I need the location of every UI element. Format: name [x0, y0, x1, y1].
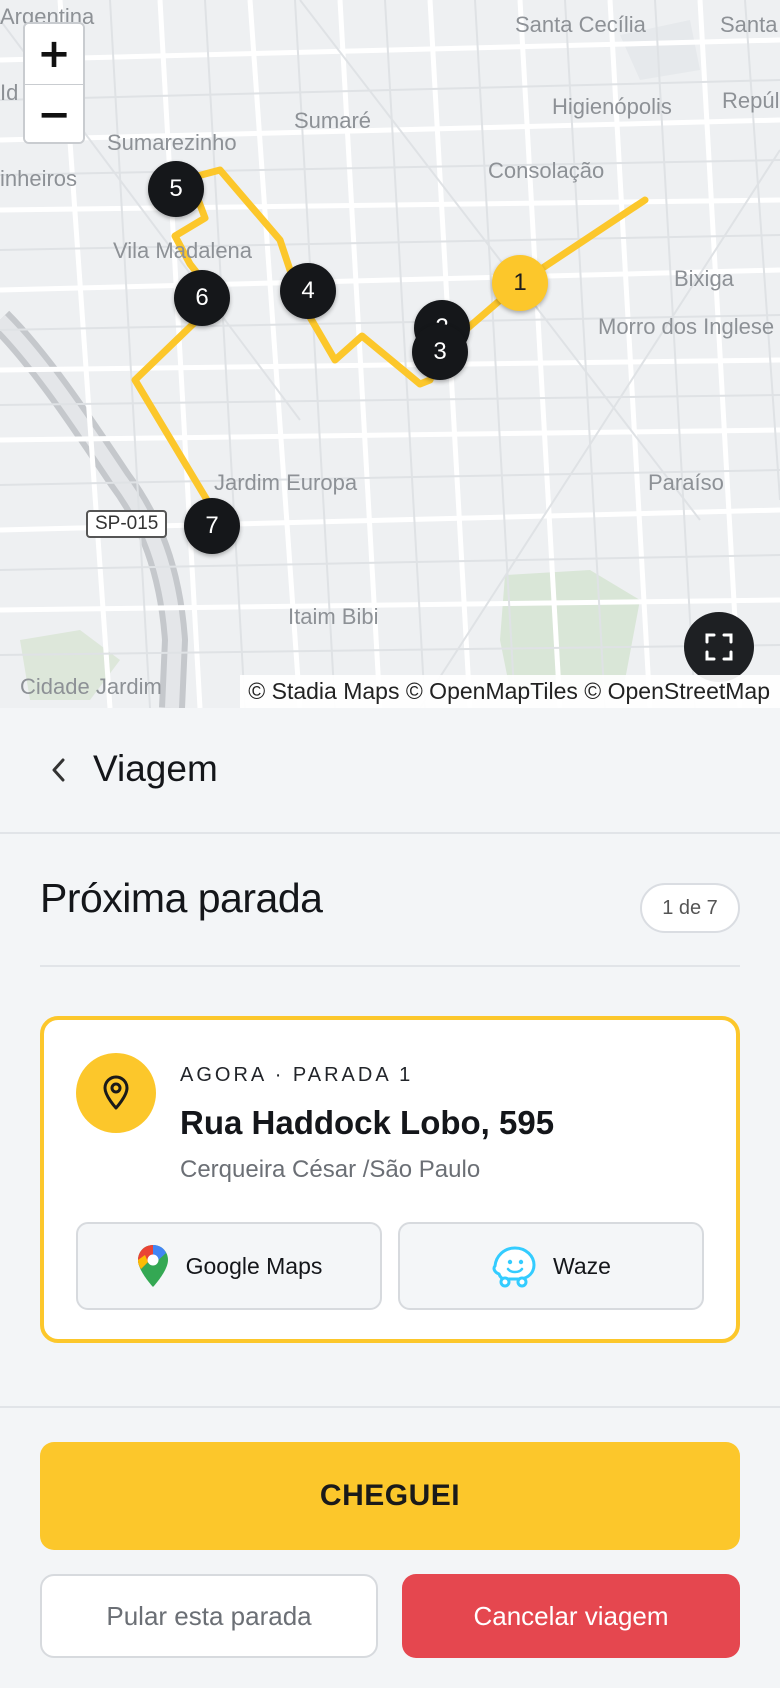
page-header: Viagem: [0, 708, 780, 834]
divider: [40, 965, 740, 967]
zoom-in-button[interactable]: +: [25, 24, 83, 84]
stop-marker-3[interactable]: 3: [412, 324, 468, 380]
map-label: Itaim Bibi: [288, 604, 379, 629]
map-label: Cidade Jardim: [20, 674, 162, 699]
fullscreen-icon: [705, 633, 733, 661]
skip-stop-button[interactable]: Pular esta parada: [40, 1574, 378, 1658]
route-map[interactable]: Argentina Santa Cecília Santa Id Higienó…: [0, 0, 780, 708]
map-label: Jardim Europa: [214, 470, 358, 495]
stop-neighborhood: Cerqueira César /São Paulo: [180, 1156, 481, 1183]
cancel-trip-button[interactable]: Cancelar viagem: [402, 1574, 740, 1658]
back-button[interactable]: [40, 752, 76, 788]
map-attribution[interactable]: © Stadia Maps © OpenMapTiles © OpenStree…: [240, 675, 780, 708]
arrived-button[interactable]: CHEGUEI: [40, 1442, 740, 1550]
google-maps-label: Google Maps: [185, 1252, 323, 1279]
zoom-out-button[interactable]: −: [25, 85, 83, 142]
stop-marker-4[interactable]: 4: [280, 263, 336, 319]
map-label: Sumaré: [294, 108, 372, 133]
road-shield: SP-015: [86, 510, 168, 538]
waze-icon: [491, 1244, 537, 1288]
google-maps-icon: [136, 1243, 170, 1289]
chevron-left-icon: [52, 758, 65, 782]
stop-address: Rua Haddock Lobo, 595: [180, 1104, 555, 1141]
map-label: Santa: [720, 12, 778, 37]
zoom-control: + −: [23, 22, 85, 144]
location-pin-icon: [103, 1075, 129, 1110]
fullscreen-button[interactable]: [684, 612, 754, 682]
action-footer: CHEGUEI Pular esta parada Cancelar viage…: [0, 1406, 780, 1688]
stop-eyebrow: AGORA · PARADA 1: [180, 1064, 414, 1086]
map-label: inheiros: [0, 166, 78, 191]
map-label: Consolação: [488, 158, 605, 183]
map-label: Morro dos Inglese: [598, 314, 775, 339]
stop-marker-6[interactable]: 6: [174, 270, 230, 326]
section-title: Próxima parada: [40, 875, 323, 921]
stop-count-badge: 1 de 7: [640, 883, 740, 933]
map-label: Santa Cecília: [515, 12, 646, 37]
next-stop-card: AGORA · PARADA 1 Rua Haddock Lobo, 595 C…: [40, 1016, 740, 1343]
stop-marker-1[interactable]: 1: [492, 255, 548, 311]
map-label: Higienópolis: [552, 94, 672, 119]
stop-marker-5[interactable]: 5: [148, 161, 204, 217]
map-label: Bixiga: [674, 266, 734, 291]
map-label: Id: [0, 80, 19, 105]
location-pin-badge: [76, 1053, 156, 1133]
map-label: Sumarezinho: [107, 130, 237, 155]
waze-button[interactable]: Waze: [398, 1222, 704, 1310]
stop-marker-7[interactable]: 7: [184, 498, 240, 554]
map-label: Repúl: [722, 88, 780, 113]
page-title: Viagem: [93, 748, 218, 789]
waze-label: Waze: [553, 1252, 611, 1279]
map-label: Vila Madalena: [113, 238, 253, 263]
google-maps-button[interactable]: Google Maps: [76, 1222, 382, 1310]
map-label: Paraíso: [648, 470, 724, 495]
